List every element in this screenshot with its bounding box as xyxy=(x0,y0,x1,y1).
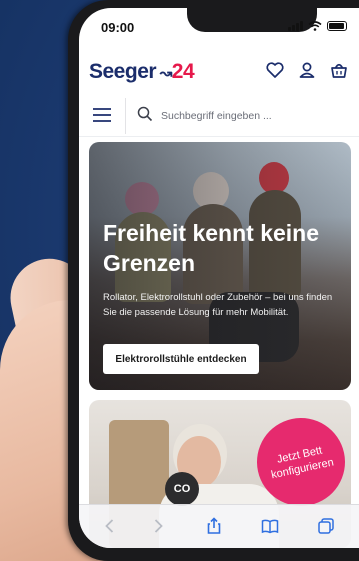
status-icons xyxy=(288,21,347,31)
search-row xyxy=(79,98,359,134)
hero-title: Freiheit kennt keine Grenzen xyxy=(103,220,320,276)
tabs-icon[interactable] xyxy=(317,517,335,535)
logo-number: 24 xyxy=(171,60,195,83)
logo-swoosh-icon: ↝ xyxy=(156,65,173,82)
divider xyxy=(125,98,126,134)
bookmarks-icon[interactable] xyxy=(261,517,279,535)
hero-banner[interactable]: Freiheit kennt keine Grenzen Rollator, E… xyxy=(89,142,351,390)
share-icon[interactable] xyxy=(205,517,223,535)
badge-label: Jetzt Bett konfigurieren xyxy=(270,444,335,482)
battery-icon xyxy=(327,21,347,31)
hero-text: Rollator, Elektrorollstuhl oder Zubehör … xyxy=(103,292,333,318)
search-input[interactable] xyxy=(159,104,353,128)
site-header: Seeger ↝24 xyxy=(79,48,359,92)
user-icon[interactable] xyxy=(297,60,317,80)
browser-toolbar xyxy=(79,504,359,548)
basket-icon[interactable] xyxy=(329,60,349,80)
heart-icon[interactable] xyxy=(265,60,285,80)
status-time: 09:00 xyxy=(101,20,135,35)
cookie-consent-button[interactable]: CO xyxy=(165,472,199,506)
phone-screen: 09:00 Seeger ↝24 Suchbegriff eingeben ..… xyxy=(79,8,359,548)
forward-icon[interactable] xyxy=(149,517,167,535)
search-icon xyxy=(137,106,153,122)
menu-icon[interactable] xyxy=(91,104,113,126)
divider xyxy=(79,136,359,137)
status-bar: 09:00 xyxy=(79,8,359,42)
brand-logo[interactable]: Seeger ↝24 xyxy=(89,60,195,84)
logo-text: Seeger xyxy=(89,60,157,83)
wifi-icon xyxy=(308,21,322,31)
signal-icon xyxy=(288,21,303,31)
header-icons xyxy=(265,60,349,80)
back-icon[interactable] xyxy=(101,517,119,535)
discover-wheelchairs-button[interactable]: Elektrorollstühle entdecken xyxy=(103,344,259,374)
